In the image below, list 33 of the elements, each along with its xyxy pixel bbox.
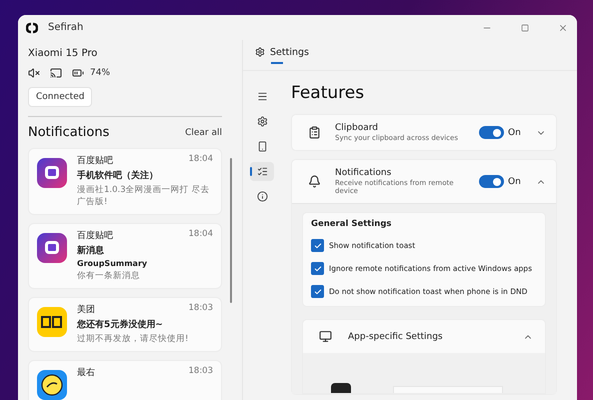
- feature-name: Notifications: [335, 168, 392, 178]
- page-title: Features: [291, 83, 366, 103]
- connection-status: Connected: [28, 87, 92, 107]
- group-title: General Settings: [311, 219, 392, 229]
- notification-body: 你有一条新消息: [77, 270, 141, 282]
- notification-body: 过期不再发放，请尽快使用!: [77, 333, 190, 345]
- window-title: Sefirah: [48, 22, 84, 33]
- app-name: 美团: [77, 304, 95, 316]
- app-name: 百度贴吧: [77, 154, 113, 167]
- app-name: 百度贴吧: [77, 230, 113, 242]
- notification-time: 18:04: [188, 154, 213, 166]
- group-title: App-specific Settings: [348, 332, 444, 342]
- notification-card[interactable]: 美团 18:03 您还有5元券没使用~ 过期不再发放，请尽快使用!: [28, 297, 222, 352]
- clear-all-button[interactable]: Clear all: [185, 128, 222, 138]
- settings-tab[interactable]: Settings: [255, 40, 309, 70]
- device-name: Xiaomi 15 Pro: [28, 48, 98, 59]
- notification-title: 手机软件吧（关注）: [77, 169, 159, 182]
- notification-card[interactable]: 最右 18:03: [28, 360, 222, 400]
- toggle-state: On: [508, 128, 522, 138]
- notification-time: 18:03: [188, 366, 213, 378]
- toggle-state: On: [508, 176, 522, 186]
- notification-card[interactable]: 百度贴吧 18:04 手机软件吧（关注） 漫画社1.0.3全网漫画一网打 尽去广告版!: [28, 148, 222, 215]
- notification-time: 18:03: [188, 303, 213, 315]
- section-title: Notifications: [28, 125, 110, 140]
- notification-title: 新消息: [77, 244, 105, 257]
- feature-name: Clipboard: [335, 123, 379, 133]
- battery-level: 74%: [90, 68, 110, 78]
- notification-card[interactable]: 百度贴吧 18:04 新消息 GroupSummary 你有一条新消息: [28, 223, 222, 289]
- app-name: 最右: [77, 366, 95, 379]
- notification-subtitle: GroupSummary: [77, 259, 148, 268]
- notification-time: 18:04: [188, 229, 213, 241]
- notification-title: 您还有5元券没使用~: [77, 318, 164, 331]
- notification-body: 漫画社1.0.3全网漫画一网打 尽去广告版!: [77, 184, 210, 208]
